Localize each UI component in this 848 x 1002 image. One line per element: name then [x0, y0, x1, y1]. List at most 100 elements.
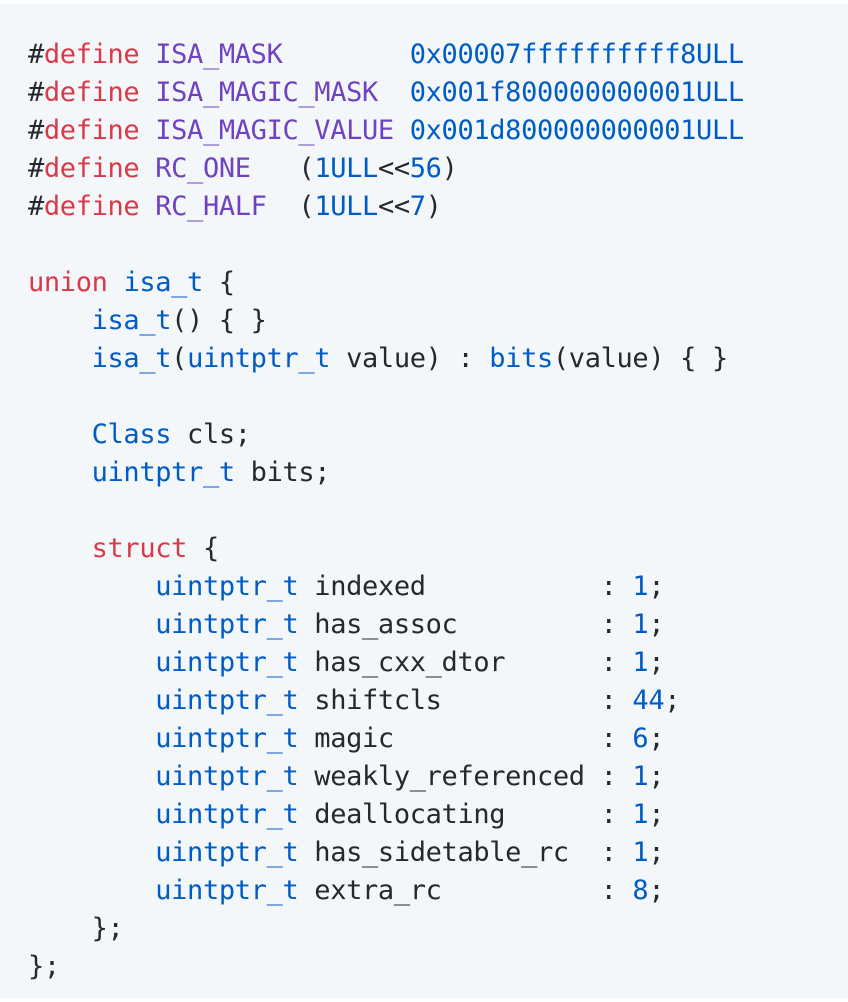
code-token-plain: ): [425, 191, 442, 222]
code-line: Class cls;: [28, 416, 744, 454]
code-line: };: [28, 948, 744, 986]
code-token-number: 1: [632, 571, 649, 602]
code-line: uintptr_t has_assoc : 1;: [28, 606, 744, 644]
code-token-plain: <<: [377, 153, 410, 184]
code-token-plain: };: [28, 951, 60, 982]
code-token-plain: cls;: [171, 419, 251, 450]
code-token-type: uintptr_t: [155, 685, 299, 716]
code-token-plain: has_cxx_dtor :: [298, 647, 633, 678]
code-token-number: 1: [632, 837, 649, 868]
code-token-plain: ;: [648, 723, 665, 754]
code-token-plain: ;: [648, 875, 665, 906]
code-token-type: uintptr_t: [155, 799, 299, 830]
code-token-number: 0x001d800000000001ULL: [409, 115, 744, 146]
code-token-type: uintptr_t: [155, 609, 299, 640]
code-line: #define RC_ONE (1ULL<<56): [28, 150, 744, 188]
code-token-keyword: define: [43, 153, 140, 184]
code-token-type: uintptr_t: [155, 723, 299, 754]
code-token-plain: deallocating :: [298, 799, 633, 830]
code-token-keyword: define: [43, 115, 140, 146]
code-token-plain: ;: [648, 761, 665, 792]
code-token-plain: #: [28, 191, 44, 222]
code-token-type: uintptr_t: [187, 343, 331, 374]
code-token-plain: shiftcls :: [298, 685, 633, 716]
code-line: #define ISA_MAGIC_MASK 0x001f80000000000…: [28, 74, 744, 112]
code-token-type: uintptr_t: [155, 875, 299, 906]
code-token-number: 7: [409, 191, 426, 222]
code-content: #define ISA_MASK 0x00007ffffffffff8ULL #d…: [28, 36, 744, 986]
code-token-number: 1: [632, 647, 649, 678]
code-token-plain: extra_rc :: [298, 875, 633, 906]
code-token-plain: <<: [377, 191, 410, 222]
code-block: #define ISA_MASK 0x00007ffffffffff8ULL #d…: [0, 4, 848, 998]
code-token-plain: {: [187, 533, 219, 564]
code-token-type: isa_t: [123, 267, 203, 298]
code-token-plain: (: [171, 343, 188, 374]
code-token-keyword: struct: [91, 533, 188, 564]
code-token-macro: ISA_MAGIC_MASK: [155, 77, 378, 108]
code-token-type: Class: [91, 419, 172, 450]
code-token-number: 1ULL: [314, 191, 378, 222]
code-token-number: 0x00007ffffffffff8ULL: [409, 39, 744, 70]
code-token-plain: #: [28, 115, 44, 146]
code-line: isa_t() { }: [28, 302, 744, 340]
code-token-number: 1: [632, 761, 649, 792]
code-token-number: 1ULL: [314, 153, 378, 184]
code-token-plain: indexed :: [298, 571, 633, 602]
code-token-plain: () { }: [171, 305, 267, 336]
code-token-plain: value) :: [330, 343, 490, 374]
code-token-plain: (value) { }: [552, 343, 728, 374]
code-token-plain: (: [250, 153, 315, 184]
code-line: uintptr_t weakly_referenced : 1;: [28, 758, 744, 796]
code-token-plain: #: [28, 153, 44, 184]
code-line: isa_t(uintptr_t value) : bits(value) { }: [28, 340, 744, 378]
code-line: uintptr_t has_sidetable_rc : 1;: [28, 834, 744, 872]
code-line: uintptr_t magic : 6;: [28, 720, 744, 758]
code-token-plain: ;: [664, 685, 681, 716]
code-line: union isa_t {: [28, 264, 744, 302]
code-line: uintptr_t shiftcls : 44;: [28, 682, 744, 720]
code-token-type: uintptr_t: [155, 571, 299, 602]
code-token-type: uintptr_t: [155, 647, 299, 678]
code-token-number: 0x001f800000000001ULL: [409, 77, 744, 108]
code-token-keyword: union: [28, 267, 108, 298]
code-token-keyword: define: [43, 39, 140, 70]
code-line: uintptr_t bits;: [28, 454, 744, 492]
code-line: #define RC_HALF (1ULL<<7): [28, 188, 744, 226]
code-token-plain: ;: [648, 571, 665, 602]
code-token-macro: RC_HALF: [155, 191, 267, 222]
code-token-func: isa_t: [91, 305, 172, 336]
code-line: #define ISA_MAGIC_VALUE 0x001d8000000000…: [28, 112, 744, 150]
code-token-plain: bits;: [234, 457, 331, 488]
code-token-number: 56: [409, 153, 442, 184]
code-line: struct {: [28, 530, 744, 568]
code-token-plain: {: [202, 267, 235, 298]
code-token-plain: magic :: [298, 723, 633, 754]
code-token-plain: };: [28, 913, 124, 944]
code-token-func: isa_t: [91, 343, 172, 374]
code-token-keyword: define: [43, 191, 140, 222]
code-token-plain: ;: [648, 799, 665, 830]
